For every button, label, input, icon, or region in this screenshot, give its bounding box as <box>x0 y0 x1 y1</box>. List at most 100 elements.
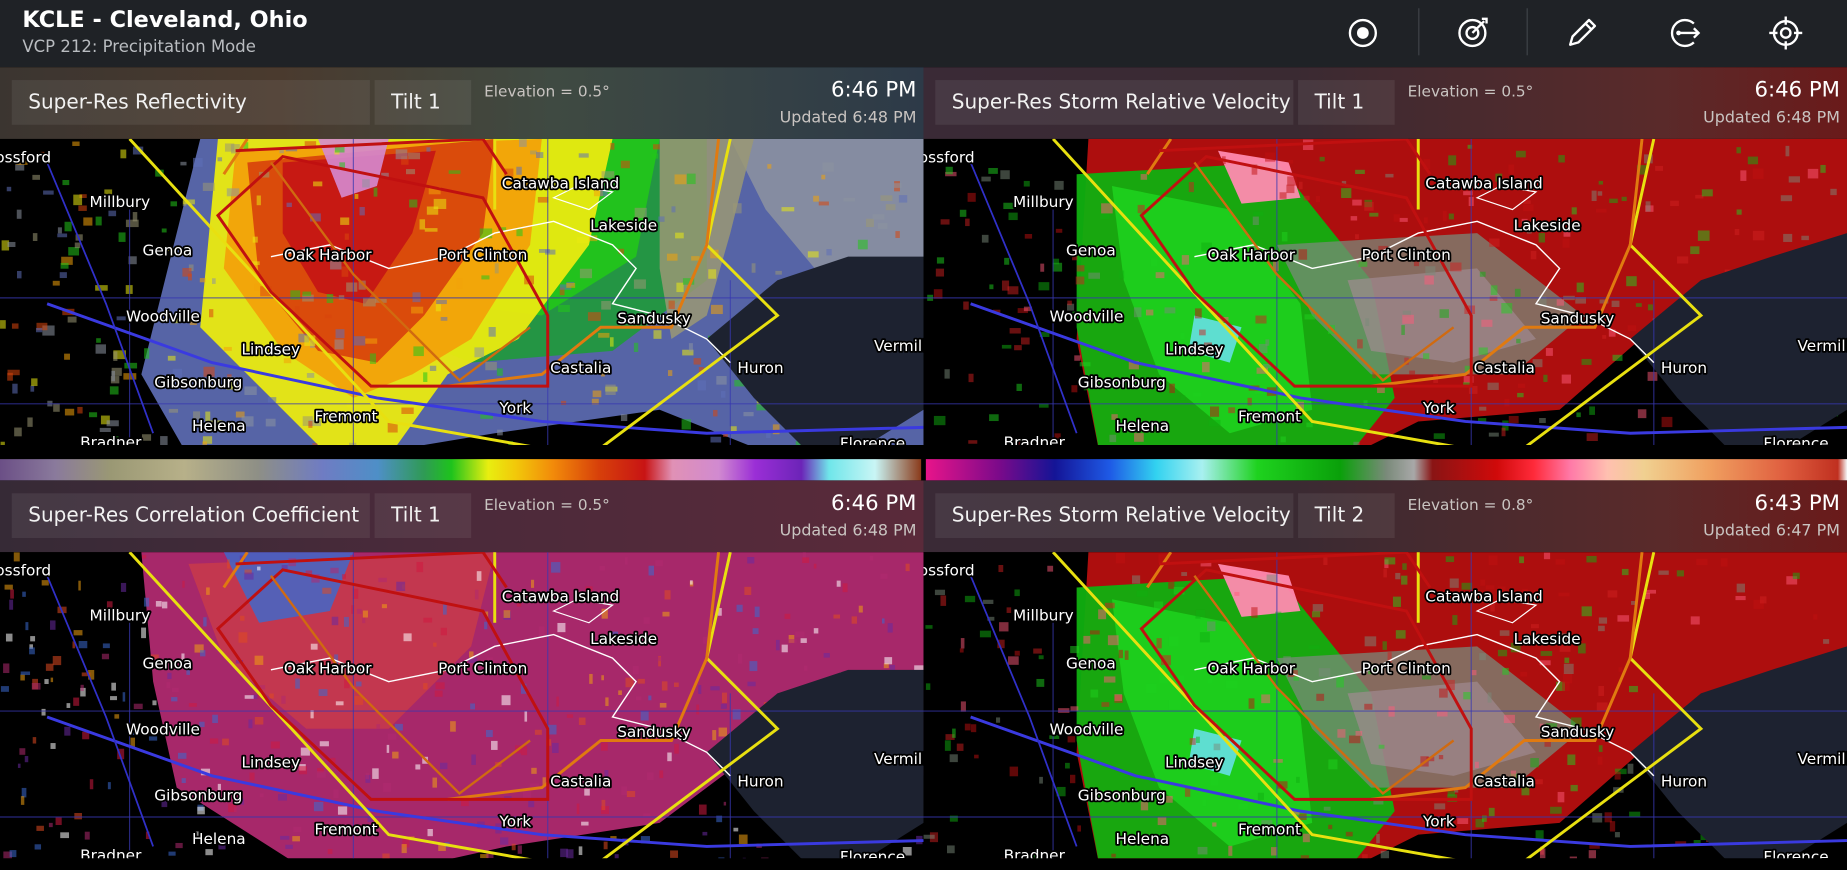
map-label: Lindsey <box>1165 754 1224 772</box>
map-label: Florence <box>840 848 905 858</box>
map-label: Bradner <box>80 433 142 445</box>
map-label: Woodville <box>126 721 200 739</box>
map-label: Vermili <box>1798 337 1847 355</box>
map-label: Genoa <box>143 241 193 259</box>
map-label: Huron <box>737 359 783 377</box>
tilt-selector[interactable]: Tilt 1 <box>1298 80 1395 125</box>
panel-header: Super-Res Storm Relative Velocity Tilt 1… <box>923 67 1847 139</box>
updated-time: Updated 6:47 PM <box>1703 521 1840 541</box>
map-label: Helena <box>192 417 246 435</box>
map-label: Huron <box>1661 359 1707 377</box>
radar-map[interactable]: ossford Millbury Genoa Oak Harbor Port Clint… <box>0 138 924 446</box>
map-label: ossford <box>923 562 974 580</box>
top-bar: KCLE - Cleveland, Ohio VCP 212: Precipit… <box>0 0 1847 68</box>
map-label: Woodville <box>1050 721 1124 739</box>
radar-map[interactable]: ossford Millbury Genoa Oak Harbor Port Clint… <box>0 552 924 859</box>
map-label: Lakeside <box>590 217 657 235</box>
map-label: Genoa <box>1066 241 1116 259</box>
map-label: Huron <box>737 772 783 790</box>
pencil-icon[interactable] <box>1560 11 1605 56</box>
map-label: Castalia <box>550 772 611 790</box>
tilt-label: Tilt 1 <box>391 503 441 528</box>
map-label: Bradner <box>1004 847 1066 859</box>
map-label: Fremont <box>315 821 378 839</box>
map-label: Oak Harbor <box>1207 246 1295 264</box>
map-label: Fremont <box>1238 407 1301 425</box>
map-label: Helena <box>192 830 246 848</box>
radar-panel-top-left[interactable]: Super-Res Reflectivity Tilt 1 Elevation … <box>0 67 924 446</box>
radar-app: KCLE - Cleveland, Ohio VCP 212: Precipit… <box>0 0 1847 870</box>
radar-sweep-icon[interactable] <box>1450 11 1495 56</box>
elevation-label: Elevation = 0.5° <box>484 83 610 102</box>
radar-map[interactable]: ossford Millbury Genoa Oak Harbor Port Clint… <box>923 552 1847 859</box>
map-label: Oak Harbor <box>284 246 372 264</box>
map-label: Genoa <box>143 655 193 673</box>
map-label: Oak Harbor <box>284 659 372 677</box>
map-label: York <box>498 399 531 417</box>
map-label: Sandusky <box>1541 723 1615 741</box>
map-label: Sandusky <box>1541 310 1615 328</box>
elevation-label: Elevation = 0.8° <box>1407 496 1534 515</box>
map-label: Millbury <box>1013 193 1074 211</box>
record-icon[interactable] <box>1340 11 1385 56</box>
panel-header: Super-Res Reflectivity Tilt 1 Elevation … <box>0 67 924 139</box>
radar-image: ossford Millbury Genoa Oak Harbor Port Clint… <box>0 138 924 446</box>
elevation-label: Elevation = 0.5° <box>484 496 610 515</box>
map-label: Port Clinton <box>438 659 527 677</box>
map-label: Castalia <box>1474 772 1535 790</box>
map-label: Fremont <box>1238 821 1301 839</box>
radar-panel-top-right[interactable]: Super-Res Storm Relative Velocity Tilt 1… <box>923 67 1847 446</box>
map-label: Catawba Island <box>1425 174 1542 192</box>
map-label: Port Clinton <box>1362 659 1451 677</box>
radar-panel-bottom-left[interactable]: Super-Res Correlation Coefficient Tilt 1… <box>0 480 924 859</box>
product-selector[interactable]: Super-Res Storm Relative Velocity <box>935 493 1294 539</box>
map-label: ossford <box>0 148 51 166</box>
map-label: Sandusky <box>617 310 691 328</box>
radar-panel-bottom-right[interactable]: Super-Res Storm Relative Velocity Tilt 2… <box>923 480 1847 859</box>
product-selector[interactable]: Super-Res Reflectivity <box>11 80 370 125</box>
map-label: York <box>1422 399 1455 417</box>
updated-time: Updated 6:48 PM <box>779 108 917 128</box>
radar-site-title: KCLE - Cleveland, Ohio <box>22 7 308 33</box>
tilt-label: Tilt 1 <box>391 90 441 115</box>
map-label: Fremont <box>315 407 378 425</box>
map-label: ossford <box>0 562 51 580</box>
map-label: Catawba Island <box>502 588 619 606</box>
radar-image: ossford Millbury Genoa Oak Harbor Port Clint… <box>0 552 924 859</box>
product-selector[interactable]: Super-Res Correlation Coefficient <box>11 493 370 539</box>
radar-map[interactable]: ossford Millbury Genoa Oak Harbor Port Clint… <box>923 138 1847 446</box>
map-label: Florence <box>840 435 905 445</box>
scan-time: 6:46 PM <box>830 490 917 516</box>
map-label: Helena <box>1115 417 1169 435</box>
map-label: Lakeside <box>590 630 657 648</box>
scan-time: 6:43 PM <box>1754 490 1840 516</box>
reflectivity-color-scale <box>0 459 922 481</box>
radar-image: ossford Millbury Genoa Oak Harbor Port Clint… <box>923 552 1847 859</box>
map-label: Lindsey <box>1165 340 1224 358</box>
toolbar-divider <box>1526 8 1528 56</box>
map-label: Bradner <box>1004 433 1066 445</box>
map-label: Vermili <box>874 750 923 768</box>
map-label: Castalia <box>550 359 611 377</box>
map-label: Sandusky <box>617 723 691 741</box>
tilt-selector[interactable]: Tilt 1 <box>374 80 472 125</box>
updated-time: Updated 6:48 PM <box>1703 108 1840 128</box>
map-label: Gibsonburg <box>154 373 242 391</box>
crosshair-icon[interactable] <box>1763 11 1808 56</box>
map-label: Millbury <box>90 606 151 624</box>
map-label: Gibsonburg <box>1078 787 1166 805</box>
tilt-selector[interactable]: Tilt 1 <box>374 493 472 539</box>
product-name: Super-Res Correlation Coefficient <box>28 503 360 528</box>
velocity-color-scale <box>925 459 1847 481</box>
map-label: Huron <box>1661 772 1707 790</box>
product-selector[interactable]: Super-Res Storm Relative Velocity <box>935 80 1294 125</box>
map-label: York <box>1422 812 1455 830</box>
tilt-selector[interactable]: Tilt 2 <box>1298 493 1395 539</box>
exit-arrow-icon[interactable] <box>1662 11 1707 56</box>
map-label: Florence <box>1763 435 1828 445</box>
map-label: Woodville <box>126 307 200 325</box>
map-label: ossford <box>923 148 974 166</box>
product-name: Super-Res Storm Relative Velocity <box>951 503 1291 528</box>
panel-header: Super-Res Storm Relative Velocity Tilt 2… <box>923 480 1847 553</box>
scan-time: 6:46 PM <box>830 77 917 103</box>
